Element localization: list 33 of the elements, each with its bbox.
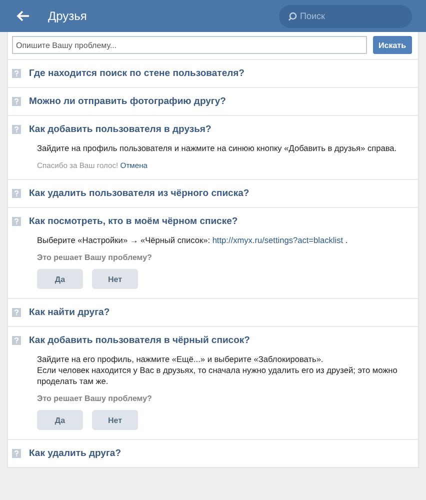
helpful-prompt: Это решает Вашу проблему? xyxy=(37,394,153,403)
no-button[interactable]: Нет xyxy=(92,269,138,289)
answer-text: Зайдите на его профиль, нажмите «Ещё...» и выберите «Заблокировать». xyxy=(37,354,324,365)
question-link[interactable]: Как посмотреть, кто в моём чёрном списке? xyxy=(29,216,238,227)
problem-search-field[interactable]: Опишите Вашу проблему... xyxy=(12,36,366,54)
help-icon xyxy=(12,217,21,226)
search-icon xyxy=(288,12,297,20)
answer-text: Если человек находится у Вас в друзьях, то сначала нужно удалить его из друзей; это можно проделать там же. xyxy=(37,365,398,387)
help-icon xyxy=(12,69,21,78)
question-link[interactable]: Как удалить пользователя из чёрного списка? xyxy=(29,188,250,199)
question-link[interactable]: Где находится поиск по стене пользователя? xyxy=(29,68,244,79)
search-button[interactable]: Искать xyxy=(372,36,412,54)
no-button[interactable]: Нет xyxy=(92,410,138,430)
question-link[interactable]: Как удалить друга? xyxy=(29,448,121,459)
header-search-field[interactable]: Поиск xyxy=(279,4,412,28)
question-link[interactable]: Как найти друга? xyxy=(29,307,110,318)
help-icon xyxy=(12,336,21,345)
help-icon xyxy=(12,449,21,458)
yes-button[interactable]: Да xyxy=(37,269,83,289)
help-icon xyxy=(12,308,21,317)
help-icon xyxy=(12,125,21,134)
help-icon xyxy=(12,97,21,106)
page-title: Друзья xyxy=(48,9,88,23)
answer-text: Выберите «Настройки» → «Чёрный список»: http://xmyx.ru/settings?act=blacklist . xyxy=(37,235,349,246)
helpful-prompt: Это решает Вашу проблему? xyxy=(37,253,153,262)
back-arrow-icon[interactable] xyxy=(16,10,30,22)
question-link[interactable]: Можно ли отправить фотографию другу? xyxy=(29,96,226,107)
yes-button[interactable]: Да xyxy=(37,410,83,430)
question-link[interactable]: Как добавить пользователя в чёрный список? xyxy=(29,335,250,346)
settings-link[interactable]: http://xmyx.ru/settings?act=blacklist xyxy=(212,235,344,245)
help-icon xyxy=(12,189,21,198)
answer-text: Зайдите на профиль пользователя и нажмите на синюю кнопку «Добавить в друзья» справа. xyxy=(37,143,398,154)
question-link[interactable]: Как добавить пользователя в друзья? xyxy=(29,124,212,135)
